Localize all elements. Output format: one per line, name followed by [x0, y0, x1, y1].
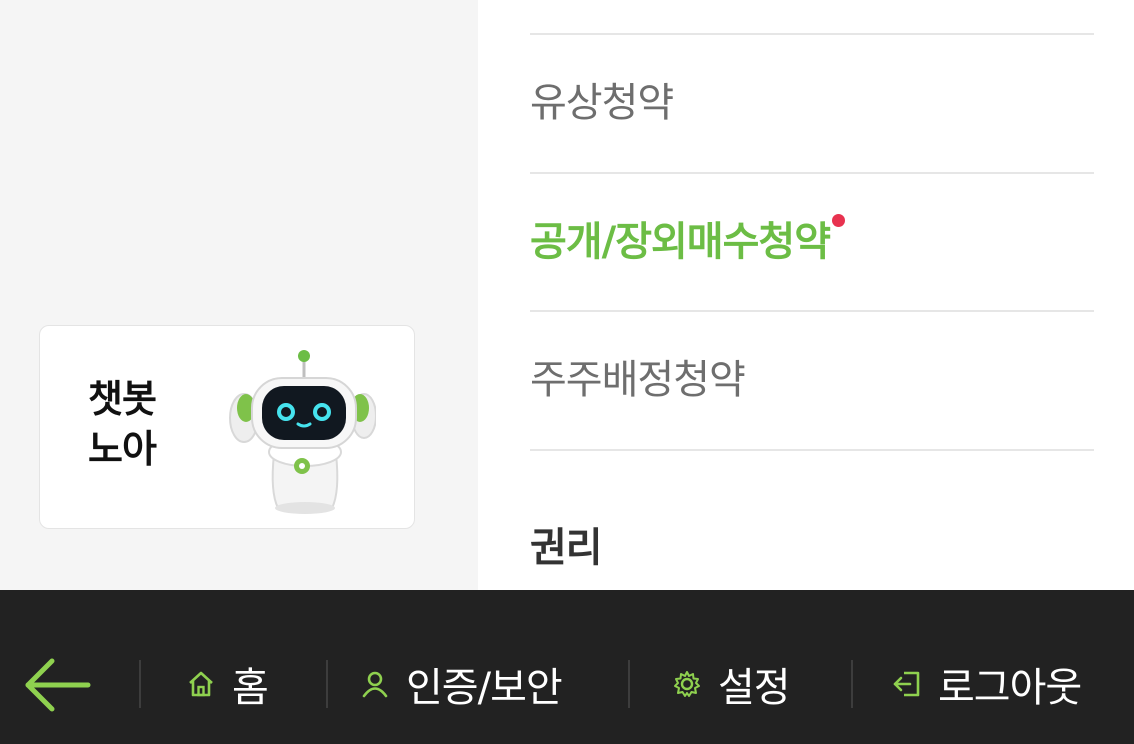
robot-mascot-icon [229, 350, 376, 514]
section-heading-rights: 권리 [530, 525, 603, 571]
nav-separator [326, 660, 328, 708]
nav-settings-label: 설정 [718, 665, 791, 711]
new-badge-dot [832, 214, 846, 227]
chatbot-title-line1: 챗봇 [88, 377, 157, 421]
menu-item-tender-offer[interactable]: 공개/장외매수청약 [530, 174, 1094, 310]
back-button[interactable] [22, 655, 94, 715]
nav-logout-label: 로그아웃 [938, 665, 1082, 711]
chatbot-title-line2: 노아 [88, 427, 157, 471]
nav-auth-security-button[interactable]: 인증/보안 [360, 652, 563, 716]
person-icon [362, 671, 388, 698]
gear-icon [674, 671, 700, 697]
arrow-left-icon [25, 658, 91, 712]
right-pane: 유상청약 공개/장외매수청약 주주배정청약 권리 [478, 0, 1134, 590]
left-pane: 챗봇 노아 [0, 0, 478, 590]
menu-item-shareholder-allotment[interactable]: 주주배정청약 [530, 312, 1094, 448]
chatbot-title: 챗봇 노아 [88, 374, 157, 474]
nav-separator [628, 660, 630, 708]
nav-separator [851, 660, 853, 708]
menu-item-label: 유상청약 [530, 80, 674, 126]
nav-settings-button[interactable]: 설정 [672, 652, 791, 716]
menu-item-label: 공개/장외매수청약 [530, 219, 831, 265]
nav-home-label: 홈 [232, 665, 269, 711]
nav-separator [139, 660, 141, 708]
home-icon [189, 671, 213, 697]
logout-icon [893, 671, 920, 697]
nav-auth-security-label: 인증/보안 [406, 665, 563, 711]
menu-divider [530, 449, 1094, 451]
nav-logout-button[interactable]: 로그아웃 [892, 652, 1082, 716]
nav-home-button[interactable]: 홈 [186, 652, 269, 716]
menu-item-rights-offering[interactable]: 유상청약 [530, 35, 1094, 171]
chatbot-noa-card[interactable]: 챗봇 노아 [39, 325, 415, 529]
menu-item-label: 주주배정청약 [530, 357, 746, 403]
